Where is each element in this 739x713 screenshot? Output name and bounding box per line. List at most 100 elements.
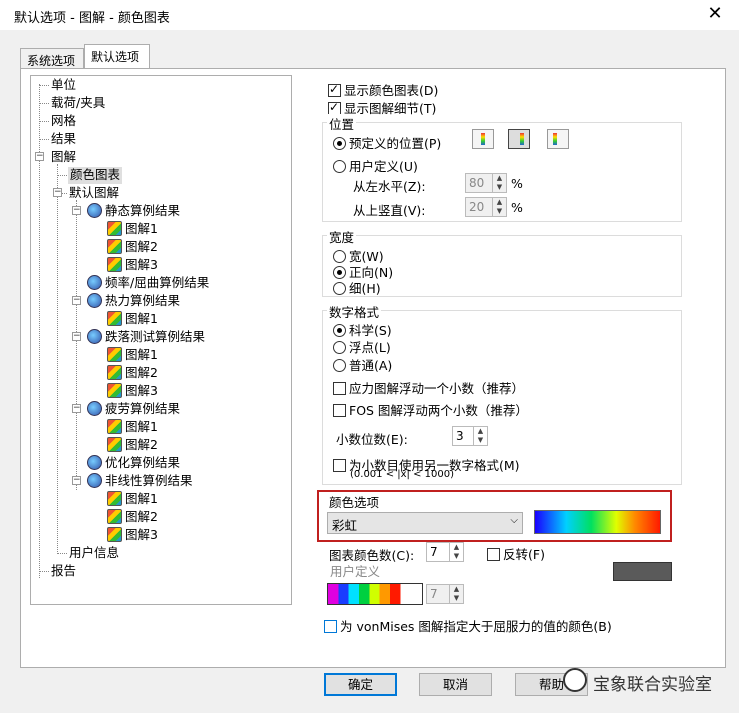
checkbox-checked	[328, 82, 341, 97]
from-left-label: 从左水平(Z):	[353, 179, 426, 194]
tree-item-nonlinear[interactable]: 非线性算例结果	[87, 473, 193, 490]
position-left-button[interactable]	[472, 129, 494, 149]
chart-color-count-spinner[interactable]: 7 ▲ ▼	[426, 542, 464, 562]
alt-format-range: (0.001 < |x| < 1000)	[350, 469, 455, 480]
tab-default-options[interactable]: 默认选项	[84, 44, 150, 68]
tree-item-nonlinear-plot1[interactable]: 图解1	[107, 491, 158, 508]
plot-icon	[107, 365, 122, 380]
tree-item-default-plots[interactable]: 默认图解	[69, 185, 119, 202]
from-top-spinner[interactable]: 20 ▲ ▼	[465, 197, 507, 217]
color-swatch[interactable]	[613, 562, 672, 581]
user-color-count-spinner[interactable]: 7 ▲ ▼	[426, 584, 464, 604]
decimals-spinner[interactable]: 3 ▲ ▼	[452, 426, 488, 446]
plot-icon	[107, 437, 122, 452]
expand-default-plots-toggle[interactable]: −	[53, 188, 62, 197]
tree-item-optimization[interactable]: 优化算例结果	[87, 455, 180, 472]
plot-icon	[107, 311, 122, 326]
stress-float-checkbox[interactable]: 应力图解浮动一个小数（推荐）	[333, 378, 524, 397]
user-color-bar[interactable]	[327, 583, 423, 605]
color-scheme-value: 彩虹	[332, 518, 358, 533]
vonmises-checkbox[interactable]: 为 vonMises 图解指定大于屈服力的值的颜色(B)	[324, 616, 612, 635]
position-right-button[interactable]	[508, 129, 530, 149]
expand-static-toggle[interactable]: −	[72, 206, 81, 215]
plot-icon	[107, 347, 122, 362]
from-top-unit: %	[511, 200, 523, 215]
plot-icon	[107, 221, 122, 236]
rainbow-preview	[534, 510, 661, 534]
tree-item-drop-plot1[interactable]: 图解1	[107, 347, 158, 364]
static-study-icon	[87, 203, 102, 218]
show-color-chart-checkbox[interactable]: 显示颜色图表(D)	[328, 80, 438, 99]
width-group-title: 宽度	[327, 227, 357, 246]
nonlinear-study-icon	[87, 473, 102, 488]
expand-plot-toggle[interactable]: −	[35, 152, 44, 161]
thermal-study-icon	[87, 293, 102, 308]
tree-item-results[interactable]: 结果	[51, 131, 76, 148]
tree-item-color-chart[interactable]: 颜色图表	[68, 167, 123, 184]
close-icon[interactable]: ✕	[705, 3, 725, 24]
color-scheme-dropdown[interactable]: 彩虹 ⌵	[327, 512, 523, 534]
ok-button[interactable]: 确定	[324, 673, 397, 696]
chevron-down-icon: ⌵	[510, 515, 518, 526]
wechat-icon	[563, 668, 587, 692]
position-corner-button[interactable]	[547, 129, 569, 149]
format-general-radio[interactable]: 普通(A)	[333, 355, 392, 374]
expand-drop-toggle[interactable]: −	[72, 332, 81, 341]
tree-item-drop-plot2[interactable]: 图解2	[107, 365, 158, 382]
tree-item-static-plot1[interactable]: 图解1	[107, 221, 158, 238]
tree-item-mesh[interactable]: 网格	[51, 113, 76, 130]
options-tree: − − − − − − − 单位 载荷/夹具 网格 结果 图解 颜色图表 默认图…	[30, 75, 292, 605]
tree-item-drop-test[interactable]: 跌落测试算例结果	[87, 329, 205, 346]
tree-item-fatigue-plot1[interactable]: 图解1	[107, 419, 158, 436]
tree-item-plot[interactable]: 图解	[51, 149, 76, 166]
tree-item-thermal[interactable]: 热力算例结果	[87, 293, 180, 310]
tree-item-drop-plot3[interactable]: 图解3	[107, 383, 158, 400]
plot-icon	[107, 419, 122, 434]
expand-thermal-toggle[interactable]: −	[72, 296, 81, 305]
number-format-title: 数字格式	[327, 302, 382, 321]
tree-item-fatigue-plot2[interactable]: 图解2	[107, 437, 158, 454]
expand-fatigue-toggle[interactable]: −	[72, 404, 81, 413]
title-bar: 默认选项 - 图解 - 颜色图表 ✕	[0, 0, 739, 30]
expand-nonlinear-toggle[interactable]: −	[72, 476, 81, 485]
width-thin-radio[interactable]: 细(H)	[333, 278, 381, 297]
color-options-title: 颜色选项	[329, 495, 380, 510]
cancel-button[interactable]: 取消	[419, 673, 492, 696]
frequency-study-icon	[87, 275, 102, 290]
window-title: 默认选项 - 图解 - 颜色图表	[14, 11, 170, 26]
tree-item-fatigue[interactable]: 疲劳算例结果	[87, 401, 180, 418]
tree-item-static-plot3[interactable]: 图解3	[107, 257, 158, 274]
plot-icon	[107, 257, 122, 272]
watermark-text: 宝象联合实验室	[593, 675, 712, 695]
predefined-position-radio[interactable]: 预定义的位置(P)	[333, 133, 441, 152]
tree-item-static-plot2[interactable]: 图解2	[107, 239, 158, 256]
plot-icon	[107, 491, 122, 506]
user-defined-label: 用户定义	[330, 564, 381, 579]
tree-item-units[interactable]: 单位	[51, 77, 76, 94]
from-top-label: 从上竖直(V):	[353, 203, 426, 218]
plot-icon	[107, 239, 122, 254]
tree-item-loads[interactable]: 载荷/夹具	[51, 95, 105, 112]
tree-item-thermal-plot1[interactable]: 图解1	[107, 311, 158, 328]
fos-float-checkbox[interactable]: FOS 图解浮动两个小数（推荐）	[333, 400, 528, 419]
optimization-study-icon	[87, 455, 102, 470]
tab-system-options[interactable]: 系统选项	[20, 48, 84, 70]
plot-icon	[107, 383, 122, 398]
format-floating-radio[interactable]: 浮点(L)	[333, 337, 391, 356]
tree-item-nonlinear-plot2[interactable]: 图解2	[107, 509, 158, 526]
fatigue-study-icon	[87, 401, 102, 416]
position-group-title: 位置	[327, 114, 357, 133]
reverse-checkbox[interactable]: 反转(F)	[487, 544, 545, 563]
tree-item-user-info[interactable]: 用户信息	[69, 545, 119, 562]
user-defined-position-radio[interactable]: 用户定义(U)	[333, 156, 418, 175]
tree-item-frequency[interactable]: 频率/屈曲算例结果	[87, 275, 209, 292]
tree-item-static[interactable]: 静态算例结果	[87, 203, 180, 220]
from-left-unit: %	[511, 176, 523, 191]
watermark: 宝象联合实验室	[563, 664, 733, 698]
plot-icon	[107, 509, 122, 524]
tree-item-report[interactable]: 报告	[51, 563, 76, 580]
decimals-label: 小数位数(E):	[336, 432, 408, 447]
tree-item-nonlinear-plot3[interactable]: 图解3	[107, 527, 158, 544]
from-left-spinner[interactable]: 80 ▲ ▼	[465, 173, 507, 193]
drop-test-study-icon	[87, 329, 102, 344]
